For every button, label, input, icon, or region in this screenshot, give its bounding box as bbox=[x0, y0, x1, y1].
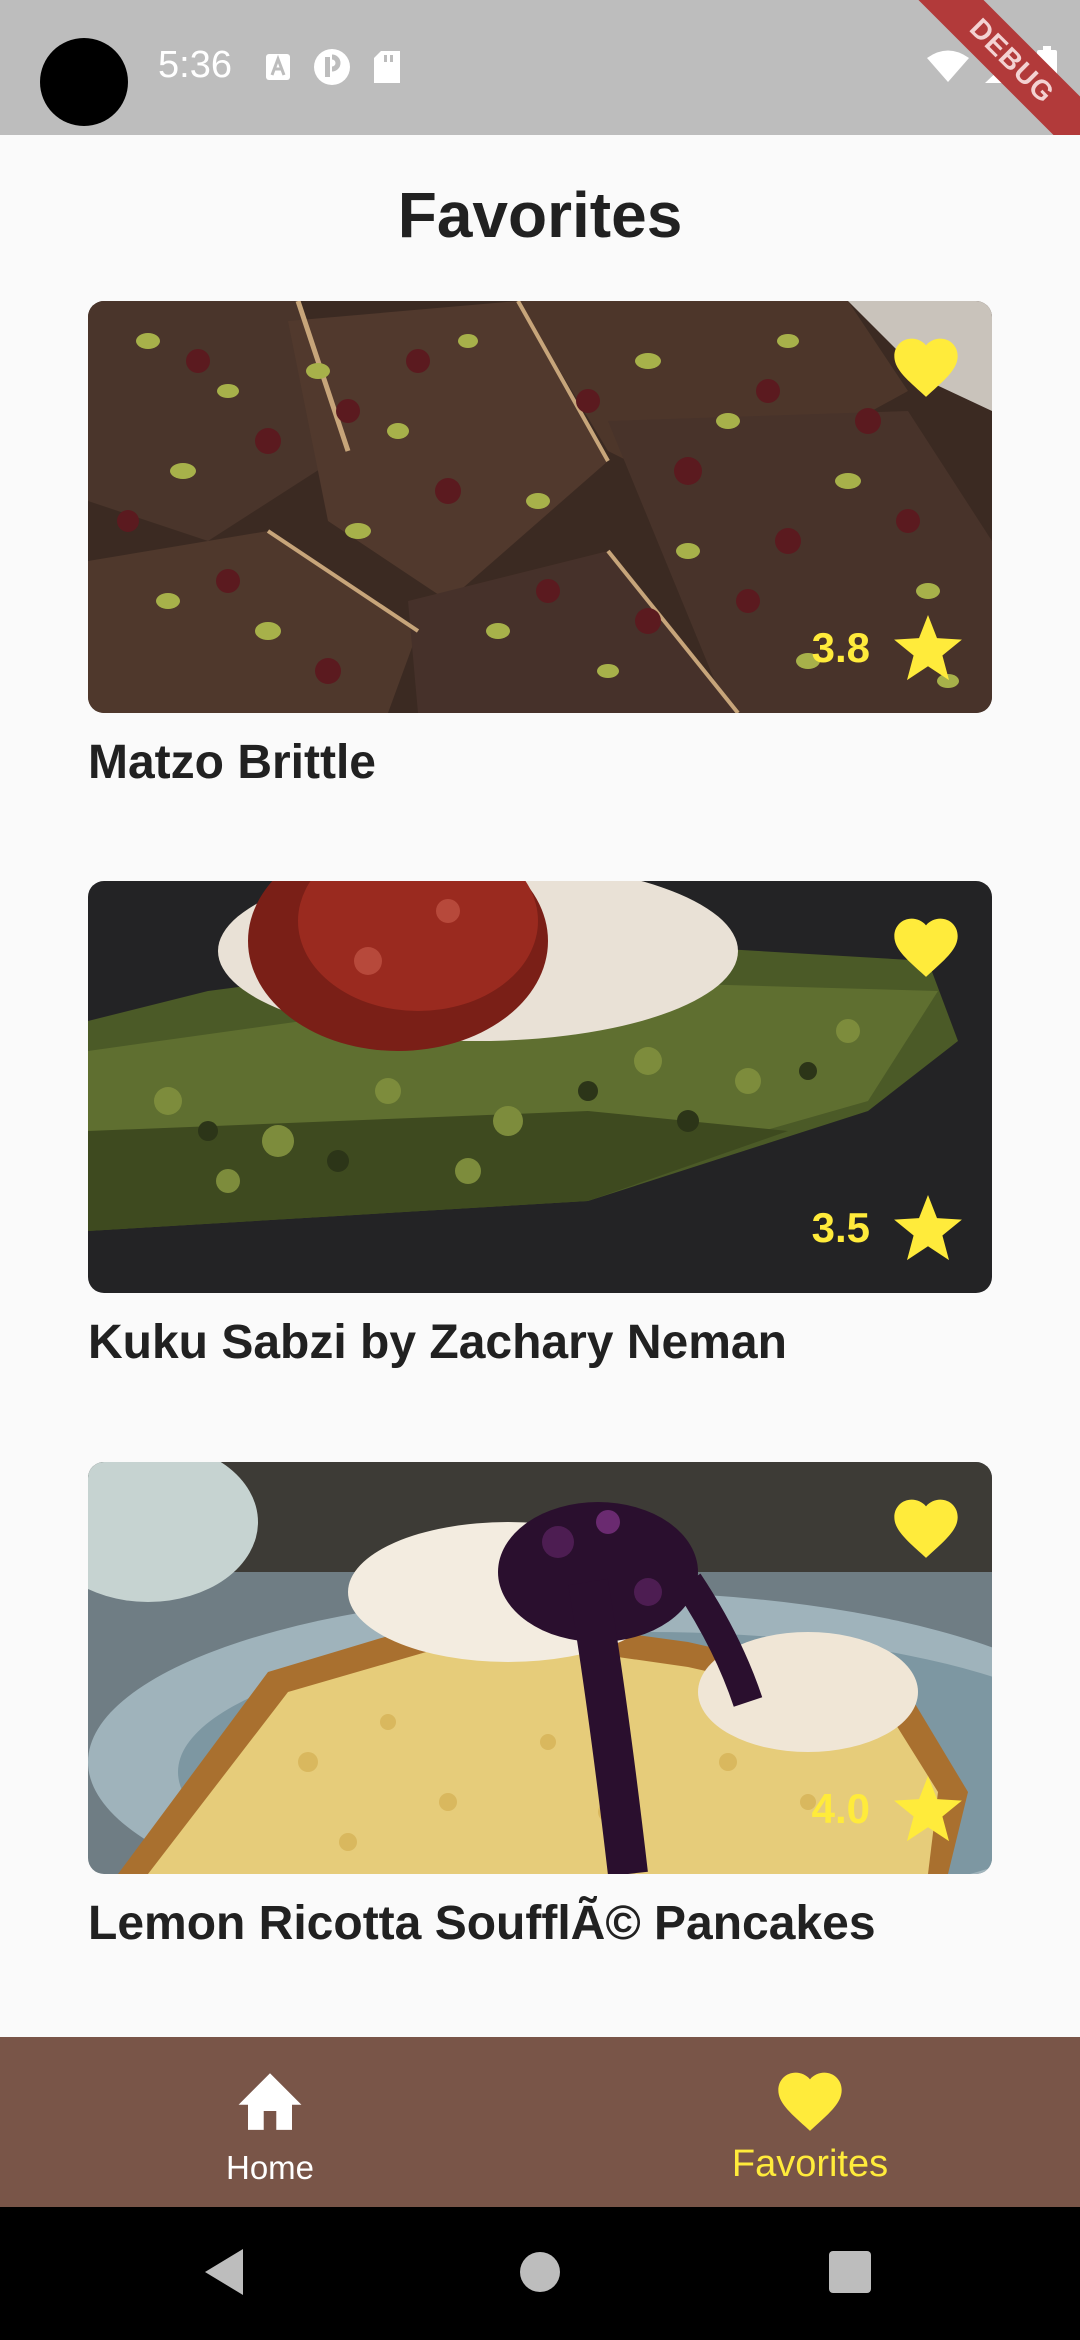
home-icon bbox=[238, 2073, 302, 2130]
recipe-image-matzo-brittle[interactable]: 3.8 bbox=[88, 301, 992, 713]
system-navigation-bar bbox=[0, 2207, 1080, 2340]
rating-value: 3.5 bbox=[811, 1204, 870, 1251]
favorite-heart-icon[interactable] bbox=[888, 329, 964, 399]
status-bar: 5:36 DEBUG bbox=[0, 0, 1080, 135]
recipe-card[interactable]: 3.8 Matzo Brittle bbox=[88, 301, 992, 790]
camera-cutout bbox=[40, 38, 128, 126]
recipe-card[interactable]: 3.5 Kuku Sabzi by Zachary Neman bbox=[88, 881, 992, 1370]
sd-card-icon bbox=[374, 51, 400, 83]
nav-label-home: Home bbox=[225, 2149, 315, 2186]
recipe-card[interactable]: 4.0 Lemon Ricotta SoufflÃ© Pancakes bbox=[88, 1462, 992, 1951]
nav-item-home[interactable]: Home bbox=[0, 2037, 540, 2207]
font-icon bbox=[266, 54, 290, 80]
rating-value: 4.0 bbox=[811, 1785, 870, 1832]
star-icon bbox=[894, 615, 962, 681]
status-time: 5:36 bbox=[158, 44, 232, 86]
rating-value: 3.8 bbox=[811, 624, 870, 671]
recipe-rating: 3.8 bbox=[812, 613, 964, 683]
recipe-image-kuku-sabzi[interactable]: 3.5 bbox=[88, 881, 992, 1293]
bottom-navigation: Home Favorites bbox=[0, 2037, 1080, 2207]
nav-item-favorites[interactable]: Favorites bbox=[540, 2037, 1080, 2207]
recipe-rating: 4.0 bbox=[812, 1774, 964, 1844]
recipe-title: Lemon Ricotta SoufflÃ© Pancakes bbox=[88, 1897, 876, 1950]
recipe-title: Kuku Sabzi by Zachary Neman bbox=[88, 1316, 787, 1369]
favorite-heart-icon[interactable] bbox=[888, 1490, 964, 1560]
wifi-icon bbox=[927, 50, 969, 82]
recipe-rating: 3.5 bbox=[812, 1193, 964, 1263]
home-button-icon[interactable] bbox=[519, 2247, 561, 2297]
back-icon[interactable] bbox=[203, 2247, 245, 2297]
page-title: Favorites bbox=[397, 179, 683, 251]
star-icon bbox=[894, 1195, 962, 1261]
recipe-image-ricotta-pancakes[interactable]: 4.0 bbox=[88, 1462, 992, 1874]
star-icon bbox=[894, 1776, 962, 1842]
notification-icons bbox=[265, 48, 401, 86]
nav-label-favorites: Favorites bbox=[731, 2143, 889, 2185]
recipe-title: Matzo Brittle bbox=[88, 736, 376, 789]
favorite-heart-icon[interactable] bbox=[888, 909, 964, 979]
heart-icon bbox=[778, 2072, 842, 2131]
podcast-icon bbox=[314, 49, 350, 85]
recents-icon[interactable] bbox=[828, 2247, 872, 2297]
